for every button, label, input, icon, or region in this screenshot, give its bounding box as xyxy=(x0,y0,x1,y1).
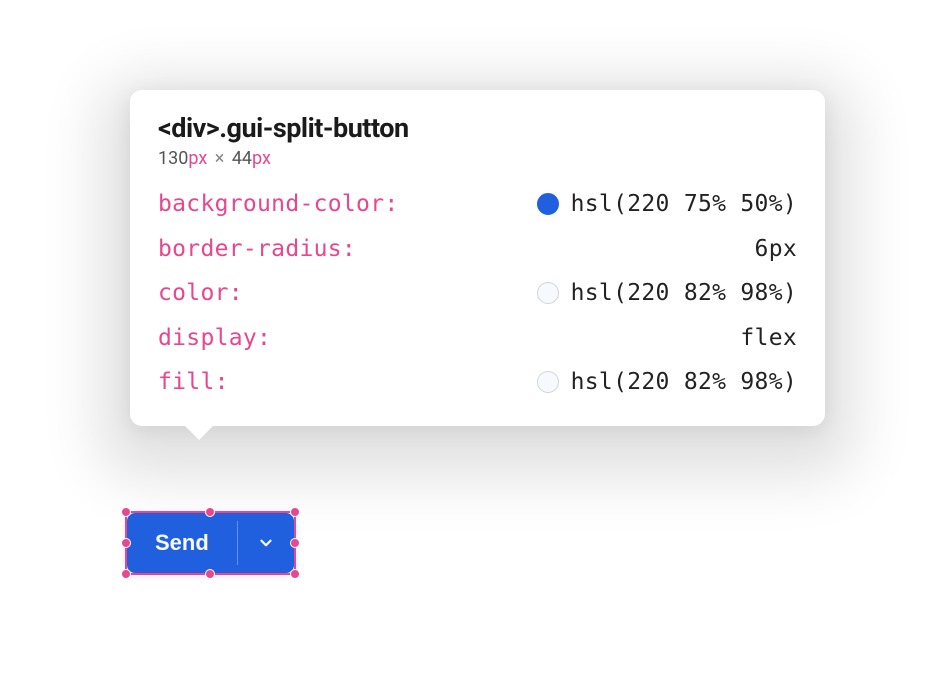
property-name: color xyxy=(158,276,229,311)
color-swatch-icon xyxy=(537,193,559,215)
css-property-row: display: flex xyxy=(158,321,797,356)
dimension-separator: × xyxy=(215,148,225,169)
split-button-selection-wrapper: Send xyxy=(127,513,294,573)
width-unit: px xyxy=(188,148,207,169)
devtools-tooltip: <div>.gui-split-button 130px × 44px back… xyxy=(130,90,825,426)
width-value: 130 xyxy=(158,148,188,169)
element-dimensions: 130px × 44px xyxy=(158,148,797,169)
send-button[interactable]: Send xyxy=(127,513,237,573)
dropdown-toggle-button[interactable] xyxy=(238,513,294,573)
color-swatch-icon xyxy=(537,371,559,393)
element-selector: <div>.gui-split-button xyxy=(158,112,797,144)
property-name: border-radius xyxy=(158,232,342,267)
property-name: background-color xyxy=(158,187,384,222)
property-name: display xyxy=(158,321,257,356)
css-property-row: fill: hsl(220 82% 98%) xyxy=(158,365,797,400)
property-value: 6px xyxy=(755,232,797,267)
css-property-row: background-color: hsl(220 75% 50%) xyxy=(158,187,797,222)
css-property-row: border-radius: 6px xyxy=(158,232,797,267)
css-property-row: color: hsl(220 82% 98%) xyxy=(158,276,797,311)
gui-split-button[interactable]: Send xyxy=(127,513,294,573)
height-unit: px xyxy=(252,148,271,169)
color-swatch-icon xyxy=(537,282,559,304)
property-value: flex xyxy=(740,321,797,356)
css-properties-list: background-color: hsl(220 75% 50%) borde… xyxy=(158,187,797,400)
property-value: hsl(220 82% 98%) xyxy=(537,365,797,400)
property-name: fill xyxy=(158,365,215,400)
property-value: hsl(220 82% 98%) xyxy=(537,276,797,311)
property-value: hsl(220 75% 50%) xyxy=(537,187,797,222)
height-value: 44 xyxy=(232,148,252,169)
chevron-down-icon xyxy=(257,534,275,552)
